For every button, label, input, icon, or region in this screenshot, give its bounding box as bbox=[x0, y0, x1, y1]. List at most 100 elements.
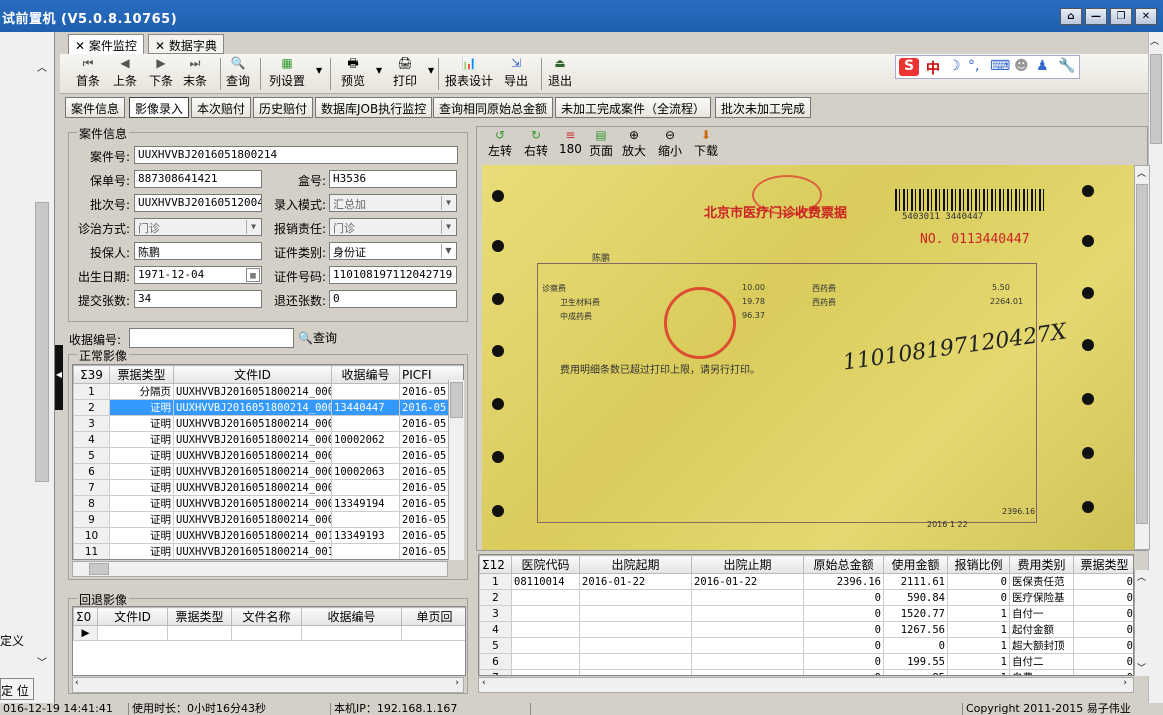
table-row[interactable]: 10 证明 UUXHVVBJ2016051800214_0010 13349193 20… bbox=[73, 527, 463, 544]
hospital-code-cell[interactable] bbox=[511, 605, 580, 622]
scroll-thumb[interactable] bbox=[89, 563, 109, 575]
receipt-no-cell[interactable]: 10002062 bbox=[331, 431, 400, 448]
minimize-button[interactable]: — bbox=[1085, 8, 1107, 25]
scroll-thumb[interactable] bbox=[1136, 184, 1148, 524]
file-id-cell[interactable]: UUXHVVBJ2016051800214_0003 bbox=[173, 415, 332, 432]
table-row[interactable]: 6 证明 UUXHVVBJ2016051800214_0006 10002063 201… bbox=[73, 463, 463, 480]
bill-type-cell[interactable]: 0 bbox=[1073, 605, 1133, 622]
insured-field[interactable]: 陈鹏 bbox=[134, 242, 262, 260]
rotate-left-button[interactable]: ↺ 左转 bbox=[488, 128, 512, 159]
user-icon[interactable]: ☻ bbox=[1014, 58, 1029, 74]
table-row[interactable]: 5 0 0 1 超大额封顶 0 bbox=[479, 637, 1133, 654]
reimburse-ratio-cell[interactable]: 1 bbox=[947, 653, 1010, 670]
discharge-start-cell[interactable] bbox=[579, 605, 692, 622]
original-total-cell[interactable]: 0 bbox=[803, 669, 884, 675]
nav-job-monitor[interactable]: 数据库JOB执行监控 bbox=[315, 97, 433, 118]
row-number-cell[interactable]: 8 bbox=[73, 495, 110, 512]
row-number-cell[interactable]: 7 bbox=[73, 479, 110, 496]
receipt-no-cell[interactable]: 10002063 bbox=[331, 463, 400, 480]
reimburse-ratio-cell[interactable]: 1 bbox=[947, 621, 1010, 638]
row-number-cell[interactable]: 4 bbox=[73, 431, 110, 448]
receipt-no-input[interactable] bbox=[129, 328, 294, 348]
row-number-cell[interactable]: 7 bbox=[479, 669, 512, 675]
row-number-cell[interactable]: 11 bbox=[73, 543, 110, 559]
receipt-no-cell[interactable]: 13349193 bbox=[331, 527, 400, 544]
maximize-button[interactable]: ❐ bbox=[1110, 8, 1132, 25]
dob-field[interactable]: 1971-12-04 ▦ bbox=[134, 266, 262, 284]
scroll-up-icon[interactable]: ︿ bbox=[1137, 166, 1146, 179]
detail-hscroll[interactable]: ‹ › bbox=[478, 677, 1134, 693]
left-item-define[interactable]: 定义 bbox=[0, 632, 24, 649]
discharge-start-cell[interactable] bbox=[579, 621, 692, 638]
reimburse-ratio-cell[interactable]: 0 bbox=[947, 573, 1010, 590]
bill-type-cell[interactable]: 证明 bbox=[109, 431, 174, 448]
close-tab-icon[interactable]: ✕ bbox=[75, 39, 89, 53]
original-total-cell[interactable]: 2396.16 bbox=[803, 573, 884, 590]
discharge-start-cell[interactable]: 2016-01-22 bbox=[579, 573, 692, 590]
bill-type-cell[interactable]: 0 bbox=[1073, 621, 1133, 638]
table-row[interactable]: 8 证明 UUXHVVBJ2016051800214_0008 13349194 201… bbox=[73, 495, 463, 512]
download-button[interactable]: ⬇ 下载 bbox=[694, 128, 718, 159]
original-total-cell[interactable]: 0 bbox=[803, 589, 884, 606]
col-header-receipt-no[interactable]: 收据编号 bbox=[301, 607, 402, 626]
fee-category-cell[interactable]: 医疗保险基 bbox=[1009, 589, 1074, 606]
box-field[interactable]: H3536 bbox=[329, 170, 457, 188]
return-count-field[interactable]: 0 bbox=[329, 290, 457, 308]
file-id-cell[interactable]: UUXHVVBJ2016051800214_0008 bbox=[173, 495, 332, 512]
policy-field[interactable]: 887308641421 bbox=[134, 170, 262, 188]
returned-images-grid[interactable]: Σ0 文件ID 票据类型 文件名称 收据编号 单页回 ▶ bbox=[72, 606, 466, 676]
visit-mode-select[interactable]: 门诊 ▼ bbox=[134, 218, 262, 236]
receipt-no-cell[interactable] bbox=[331, 543, 400, 559]
col-header-used-amount[interactable]: 使用金额 bbox=[883, 555, 948, 574]
bill-type-cell[interactable]: 0 bbox=[1073, 589, 1133, 606]
nav-case-info[interactable]: 案件信息 bbox=[65, 97, 126, 118]
detail-vscroll[interactable]: ︿ ﹀ bbox=[1134, 570, 1150, 676]
submit-count-field[interactable]: 34 bbox=[134, 290, 262, 308]
row-number-cell[interactable]: 1 bbox=[73, 383, 110, 400]
table-row[interactable]: 12证明UUXHVVBJ2016051800214_00121363023320… bbox=[74, 560, 465, 561]
locate-button[interactable]: 定 位 bbox=[0, 678, 34, 700]
bill-type-cell[interactable]: 证明 bbox=[109, 543, 174, 559]
column-settings-button[interactable]: ▦ 列设置 bbox=[269, 56, 305, 89]
scroll-thumb[interactable] bbox=[450, 382, 463, 418]
bill-type-cell[interactable]: 证明 bbox=[109, 479, 174, 496]
scroll-right-icon[interactable]: › bbox=[455, 678, 459, 688]
receipt-no-cell[interactable]: 13349194 bbox=[331, 495, 400, 512]
table-row[interactable]: 5 证明 UUXHVVBJ2016051800214_0005 2016-05- bbox=[73, 447, 463, 464]
used-amount-cell[interactable]: 2111.61 bbox=[883, 573, 948, 590]
prev-button[interactable]: ◀ 上条 bbox=[113, 56, 137, 89]
next-button[interactable]: ▶ 下条 bbox=[149, 56, 173, 89]
ime-mode-label[interactable]: 中 bbox=[926, 58, 940, 78]
table-row[interactable]: 4 证明 UUXHVVBJ2016051800214_0004 10002062 201… bbox=[73, 431, 463, 448]
used-amount-cell[interactable]: 199.55 bbox=[883, 653, 948, 670]
hospital-code-cell[interactable] bbox=[511, 621, 580, 638]
table-row[interactable]: 1 分隔页 UUXHVVBJ2016051800214_0001 2016-05- bbox=[73, 383, 463, 400]
file-id-cell[interactable]: UUXHVVBJ2016051800214_0004 bbox=[173, 431, 332, 448]
original-total-cell[interactable]: 0 bbox=[803, 605, 884, 622]
calendar-icon[interactable]: ▦ bbox=[246, 268, 260, 282]
fee-category-cell[interactable]: 自付一 bbox=[1009, 605, 1074, 622]
tab-data-dictionary[interactable]: ✕ 数据字典 bbox=[148, 34, 224, 54]
row-number-cell[interactable]: 4 bbox=[479, 621, 512, 638]
table-row[interactable]: 2 证明 UUXHVVBJ2016051800214_0002 13440447 201… bbox=[73, 399, 463, 416]
table-row[interactable]: 2 0 590.84 0 医疗保险基 0 bbox=[479, 589, 1133, 606]
col-header-reimburse-ratio[interactable]: 报销比例 bbox=[947, 555, 1010, 574]
used-amount-cell[interactable]: 85 bbox=[883, 669, 948, 675]
col-header-file-id[interactable]: 文件ID bbox=[173, 365, 332, 384]
used-amount-cell[interactable]: 1520.77 bbox=[883, 605, 948, 622]
fee-detail-grid[interactable]: Σ12 医院代码 出院起期 出院止期 原始总金额 使用金额 报销比例 费用类别 … bbox=[478, 554, 1134, 676]
id-no-field[interactable]: 110108197112042719 bbox=[329, 266, 457, 284]
reimburse-ratio-cell[interactable]: 0 bbox=[947, 589, 1010, 606]
close-button[interactable]: ✕ bbox=[1135, 8, 1157, 25]
used-amount-cell[interactable]: 590.84 bbox=[883, 589, 948, 606]
reimburse-resp-select[interactable]: 门诊 ▼ bbox=[329, 218, 457, 236]
row-number-cell[interactable]: 6 bbox=[73, 463, 110, 480]
zoom-in-button[interactable]: ⊕ 放大 bbox=[622, 128, 646, 159]
returned-grid-hscroll[interactable]: ‹ › bbox=[72, 677, 464, 693]
report-design-button[interactable]: 📊 报表设计 bbox=[445, 56, 493, 89]
fee-category-cell[interactable]: 自费 bbox=[1009, 669, 1074, 675]
nav-current-claim[interactable]: 本次赔付 bbox=[191, 97, 252, 118]
nav-history-claim[interactable]: 历史赔付 bbox=[253, 97, 314, 118]
discharge-end-cell[interactable] bbox=[691, 637, 804, 654]
last-button[interactable]: ⏭ 末条 bbox=[183, 56, 207, 89]
